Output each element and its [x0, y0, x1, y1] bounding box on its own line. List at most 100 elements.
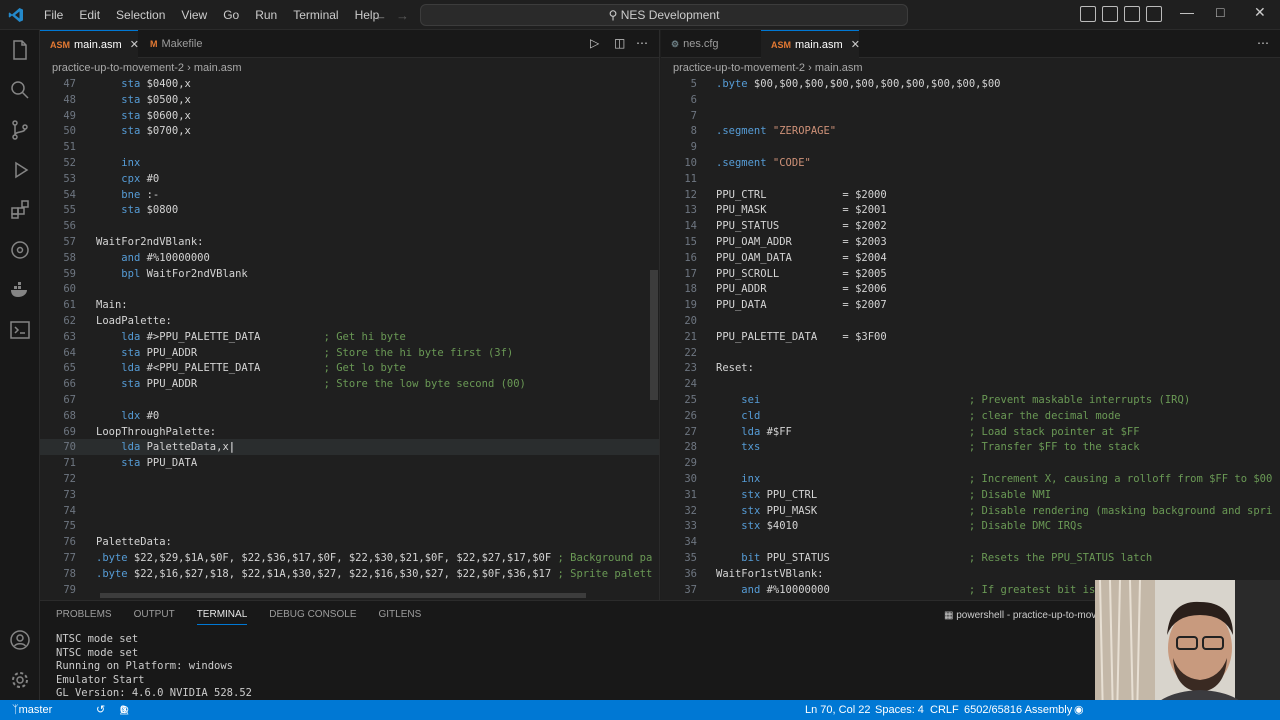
code-line[interactable]: 53 cpx #0	[40, 171, 659, 187]
code-line[interactable]: 76 PaletteData:	[40, 534, 659, 550]
code-line[interactable]: 47 sta $0400,x	[40, 76, 659, 92]
accounts-icon[interactable]	[8, 628, 32, 652]
code-line[interactable]: 17 PPU_SCROLL = $2005	[661, 266, 1280, 282]
code-line[interactable]: 54 bne :-	[40, 187, 659, 203]
code-line[interactable]: 55 sta $0800	[40, 202, 659, 218]
menu-item-file[interactable]: File	[36, 8, 71, 22]
code-line[interactable]: 24	[661, 376, 1280, 392]
code-line[interactable]: 26 cld ; clear the decimal mode	[661, 408, 1280, 424]
code-line[interactable]: 12 PPU_CTRL = $2000	[661, 187, 1280, 203]
code-line[interactable]: 77 .byte $22,$29,$1A,$0F, $22,$36,$17,$0F…	[40, 550, 659, 566]
code-line[interactable]: 32 stx PPU_MASK ; Disable rendering (mas…	[661, 503, 1280, 519]
code-line[interactable]: 8 .segment "ZEROPAGE"	[661, 123, 1280, 139]
code-line[interactable]: 56	[40, 218, 659, 234]
close-tab-icon[interactable]: ✕	[130, 39, 139, 51]
gitlens-icon[interactable]	[8, 238, 32, 262]
code-line[interactable]: 15 PPU_OAM_ADDR = $2003	[661, 234, 1280, 250]
run-file-icon[interactable]: ▷	[590, 36, 599, 50]
code-line[interactable]: 11	[661, 171, 1280, 187]
code-line[interactable]: 62 LoadPalette:	[40, 313, 659, 329]
panel-tab-output[interactable]: OUTPUT	[134, 609, 175, 625]
code-line[interactable]: 61 Main:	[40, 297, 659, 313]
code-line[interactable]: 64 sta PPU_ADDR ; Store the hi byte firs…	[40, 345, 659, 361]
vertical-scrollbar[interactable]	[650, 270, 658, 400]
more-actions-icon[interactable]: ⋯	[1257, 36, 1269, 50]
language-mode[interactable]: 6502/65816 Assembly	[964, 700, 1072, 720]
code-line[interactable]: 58 and #%10000000	[40, 250, 659, 266]
code-line[interactable]: 21 PPU_PALETTE_DATA = $3F00	[661, 329, 1280, 345]
code-line[interactable]: 68 ldx #0	[40, 408, 659, 424]
close-window-icon[interactable]: ✕	[1254, 4, 1266, 21]
back-arrow-icon[interactable]: ←	[374, 8, 387, 23]
breadcrumb-folder[interactable]: practice-up-to-movement-2	[673, 62, 805, 74]
code-line[interactable]: 30 inx ; Increment X, causing a rolloff …	[661, 471, 1280, 487]
tab-main-asm-right[interactable]: ASM main.asm ✕	[761, 30, 860, 58]
code-line[interactable]: 51	[40, 139, 659, 155]
more-actions-icon[interactable]: ⋯	[636, 36, 648, 50]
code-line[interactable]: 70 lda PaletteData,x|	[40, 439, 659, 456]
breadcrumb-file[interactable]: main.asm	[815, 62, 863, 74]
extensions-icon[interactable]	[8, 198, 32, 222]
panel-tab-gitlens[interactable]: GITLENS	[379, 609, 422, 625]
code-line[interactable]: 52 inx	[40, 155, 659, 171]
indentation[interactable]: Spaces: 4	[875, 700, 924, 720]
menu-item-terminal[interactable]: Terminal	[285, 8, 346, 22]
code-line[interactable]: 71 sta PPU_DATA	[40, 455, 659, 471]
maximize-icon[interactable]: □	[1216, 4, 1224, 20]
panel-tab-terminal[interactable]: TERMINAL	[196, 609, 248, 625]
docker-icon[interactable]	[8, 278, 32, 302]
terminal-icon[interactable]	[8, 318, 32, 342]
code-line[interactable]: 50 sta $0700,x	[40, 123, 659, 139]
code-line[interactable]: 65 lda #<PPU_PALETTE_DATA ; Get lo byte	[40, 360, 659, 376]
code-line[interactable]: 16 PPU_OAM_DATA = $2004	[661, 250, 1280, 266]
panel-tab-problems[interactable]: PROBLEMS	[56, 609, 112, 625]
menu-item-edit[interactable]: Edit	[71, 8, 108, 22]
code-line[interactable]: 33 stx $4010 ; Disable DMC IRQs	[661, 518, 1280, 534]
customize-layout-icon[interactable]	[1146, 6, 1162, 22]
code-line[interactable]: 74	[40, 503, 659, 519]
source-control-icon[interactable]	[8, 118, 32, 142]
gitlens-status-icon[interactable]: ◉	[1074, 700, 1084, 720]
code-line[interactable]: 73	[40, 487, 659, 503]
code-line[interactable]: 20	[661, 313, 1280, 329]
tab-main-asm[interactable]: ASM main.asm ✕	[40, 30, 139, 58]
menu-item-run[interactable]: Run	[247, 8, 285, 22]
terminal-shell-selector[interactable]: ▦ powershell - practice-up-to-move	[944, 610, 1102, 621]
code-line[interactable]: 29	[661, 455, 1280, 471]
code-line[interactable]: 14 PPU_STATUS = $2002	[661, 218, 1280, 234]
menu-item-go[interactable]: Go	[215, 8, 247, 22]
code-line[interactable]: 9	[661, 139, 1280, 155]
code-line[interactable]: 10 .segment "CODE"	[661, 155, 1280, 171]
code-line[interactable]: 35 bit PPU_STATUS ; Resets the PPU_STATU…	[661, 550, 1280, 566]
code-line[interactable]: 59 bpl WaitFor2ndVBlank	[40, 266, 659, 282]
code-line[interactable]: 34	[661, 534, 1280, 550]
cursor-position[interactable]: Ln 70, Col 22	[805, 700, 870, 720]
code-line[interactable]: 6	[661, 92, 1280, 108]
settings-gear-icon[interactable]	[8, 668, 32, 692]
forward-arrow-icon[interactable]: →	[396, 8, 409, 23]
terminal-output[interactable]: NTSC mode set NTSC mode set Running on Pla…	[56, 633, 252, 701]
code-line[interactable]: 7	[661, 108, 1280, 124]
breadcrumb-file[interactable]: main.asm	[194, 62, 242, 74]
code-line[interactable]: 5 .byte $00,$00,$00,$00,$00,$00,$00,$00,$…	[661, 76, 1280, 92]
code-line[interactable]: 72	[40, 471, 659, 487]
code-line[interactable]: 48 sta $0500,x	[40, 92, 659, 108]
line-endings[interactable]: CRLF	[930, 700, 959, 720]
toggle-sidebar-icon[interactable]	[1080, 6, 1096, 22]
toggle-secondary-sidebar-icon[interactable]	[1124, 6, 1140, 22]
code-line[interactable]: 67	[40, 392, 659, 408]
code-line[interactable]: 57 WaitFor2ndVBlank:	[40, 234, 659, 250]
code-line[interactable]: 25 sei ; Prevent maskable interrupts (IR…	[661, 392, 1280, 408]
code-line[interactable]: 49 sta $0600,x	[40, 108, 659, 124]
close-tab-icon[interactable]: ✕	[851, 39, 860, 51]
code-line[interactable]: 60	[40, 281, 659, 297]
code-line[interactable]: 13 PPU_MASK = $2001	[661, 202, 1280, 218]
split-editor-icon[interactable]: ◫	[614, 36, 625, 50]
code-line[interactable]: 22	[661, 345, 1280, 361]
command-center-search[interactable]: ⚲ NES Development	[420, 4, 908, 26]
explorer-icon[interactable]	[8, 38, 32, 62]
minimize-icon[interactable]: —	[1180, 4, 1194, 20]
remote-sync-icon[interactable]: ↺	[96, 700, 105, 720]
search-icon[interactable]	[8, 78, 32, 102]
toggle-panel-icon[interactable]	[1102, 6, 1118, 22]
